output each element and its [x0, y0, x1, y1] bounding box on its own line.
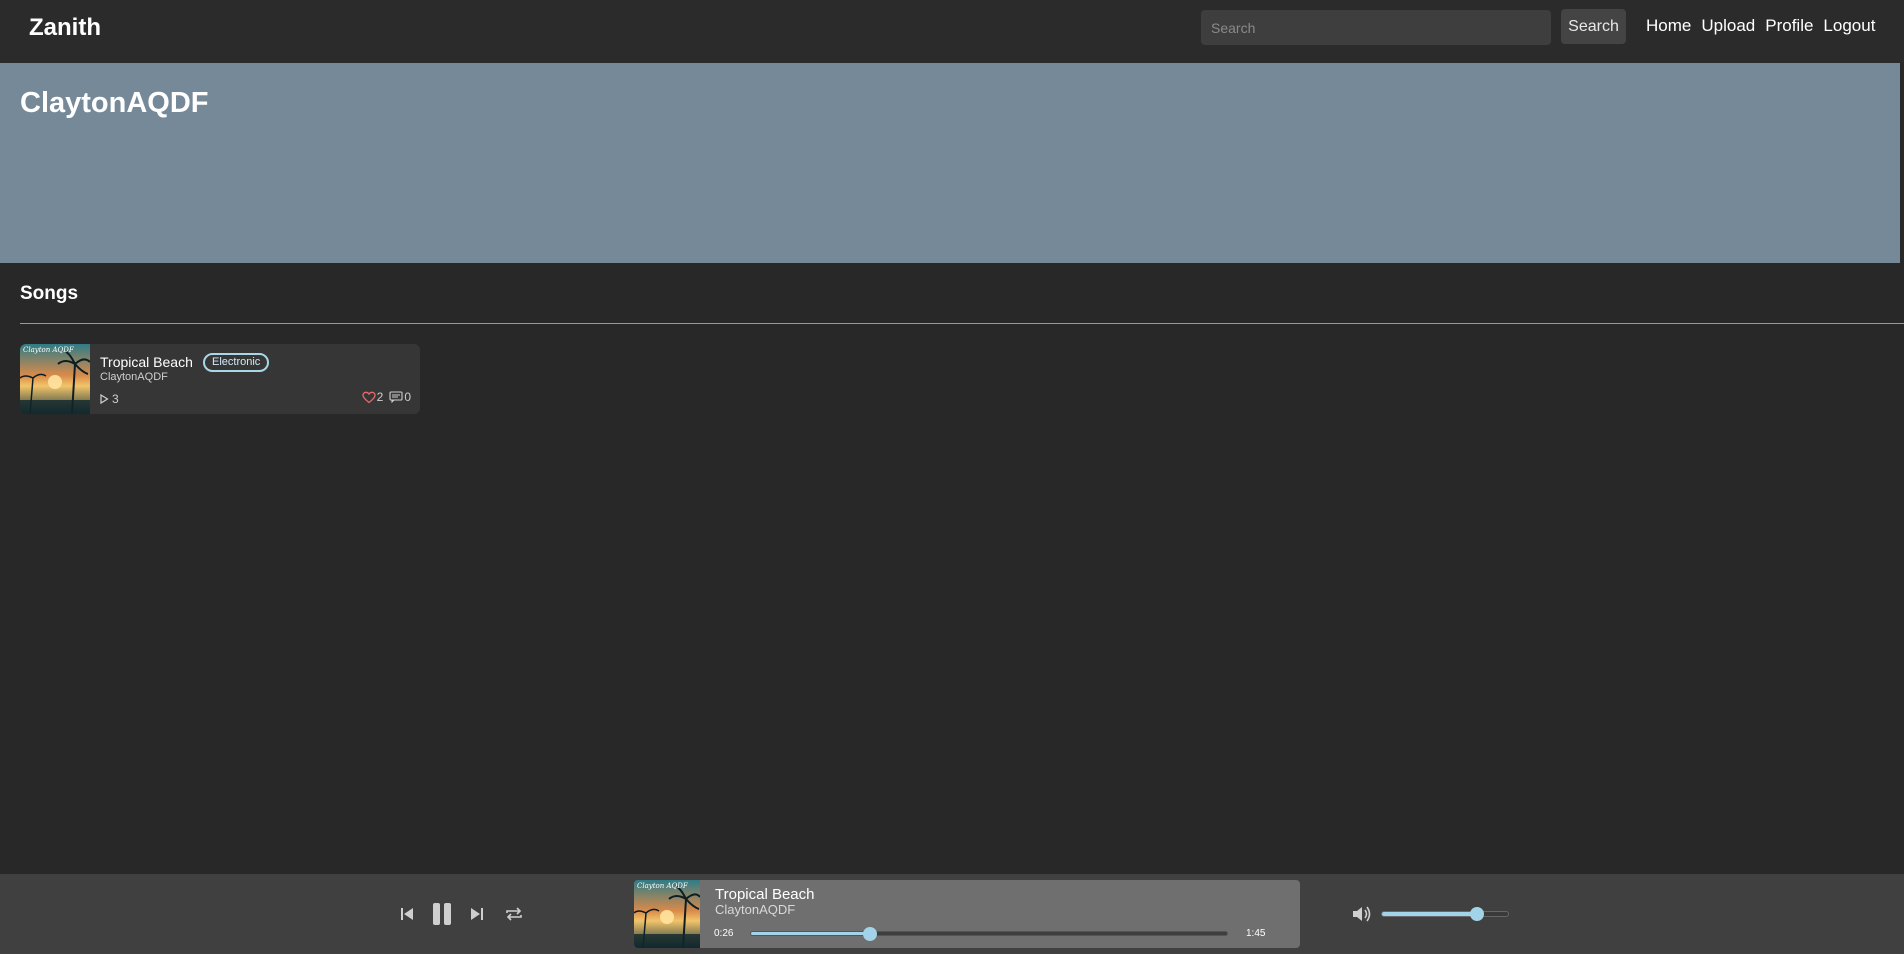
genre-badge[interactable]: Electronic: [203, 353, 270, 372]
pause-icon: [433, 903, 451, 925]
navbar: Zanith Search Home Upload Profile Logout: [0, 0, 1904, 63]
like-stat[interactable]: 2: [361, 390, 384, 404]
nav-link-home[interactable]: Home: [1646, 16, 1691, 36]
search-input[interactable]: [1201, 10, 1551, 45]
now-playing-cover[interactable]: Clayton AQDF: [634, 880, 700, 948]
song-cover-image[interactable]: Clayton AQDF: [20, 344, 90, 414]
repeat-icon: [506, 907, 522, 921]
skip-back-button[interactable]: [397, 904, 417, 924]
nav-link-logout[interactable]: Logout: [1823, 16, 1875, 36]
progress-fill: [751, 932, 870, 935]
skip-back-icon: [401, 908, 413, 920]
skip-forward-icon: [471, 908, 483, 920]
heart-icon[interactable]: [361, 391, 376, 404]
player-bar: Clayton AQDF Tropical Beach ClaytonAQDF …: [0, 874, 1904, 954]
progress-handle[interactable]: [863, 927, 877, 941]
search-button[interactable]: Search: [1561, 9, 1626, 44]
like-count: 2: [376, 390, 384, 404]
song-card[interactable]: Clayton AQDF Tropical Beach Electronic C…: [20, 344, 420, 414]
volume-button[interactable]: [1350, 902, 1374, 926]
now-playing-artist[interactable]: ClaytonAQDF: [715, 902, 795, 917]
skip-forward-button[interactable]: [467, 904, 487, 924]
elapsed-time: 0:26: [714, 928, 734, 939]
progress-bar[interactable]: [750, 927, 1228, 941]
duration-time: 1:45: [1246, 928, 1266, 939]
repeat-button[interactable]: [504, 904, 524, 924]
comment-stat[interactable]: 0: [389, 390, 411, 404]
now-cover-text: Clayton AQDF: [637, 882, 689, 890]
pause-button[interactable]: [430, 900, 454, 928]
comment-icon[interactable]: [389, 391, 403, 403]
nav-link-profile[interactable]: Profile: [1765, 16, 1813, 36]
comment-count: 0: [404, 390, 411, 404]
now-playing-card: Clayton AQDF Tropical Beach ClaytonAQDF …: [634, 880, 1300, 948]
profile-username: ClaytonAQDF: [20, 87, 209, 119]
volume-handle[interactable]: [1469, 907, 1484, 921]
profile-banner: ClaytonAQDF: [0, 63, 1900, 263]
song-cover-text: Clayton AQDF: [23, 346, 75, 354]
now-playing-title[interactable]: Tropical Beach: [715, 886, 815, 903]
volume-fill: [1382, 912, 1477, 916]
volume-slider[interactable]: [1381, 907, 1509, 921]
play-count: 3: [98, 392, 119, 406]
volume-icon: [1353, 906, 1371, 922]
brand-logo[interactable]: Zanith: [29, 14, 101, 42]
song-artist[interactable]: ClaytonAQDF: [100, 371, 168, 383]
divider: [20, 323, 1904, 324]
song-stats: 2 0: [361, 390, 411, 404]
song-title[interactable]: Tropical Beach: [100, 354, 193, 370]
nav-link-upload[interactable]: Upload: [1701, 16, 1755, 36]
play-icon: [100, 393, 109, 405]
songs-heading: Songs: [20, 283, 79, 304]
nav-links: Home Upload Profile Logout: [1646, 16, 1875, 36]
play-count-value: 3: [112, 392, 119, 406]
